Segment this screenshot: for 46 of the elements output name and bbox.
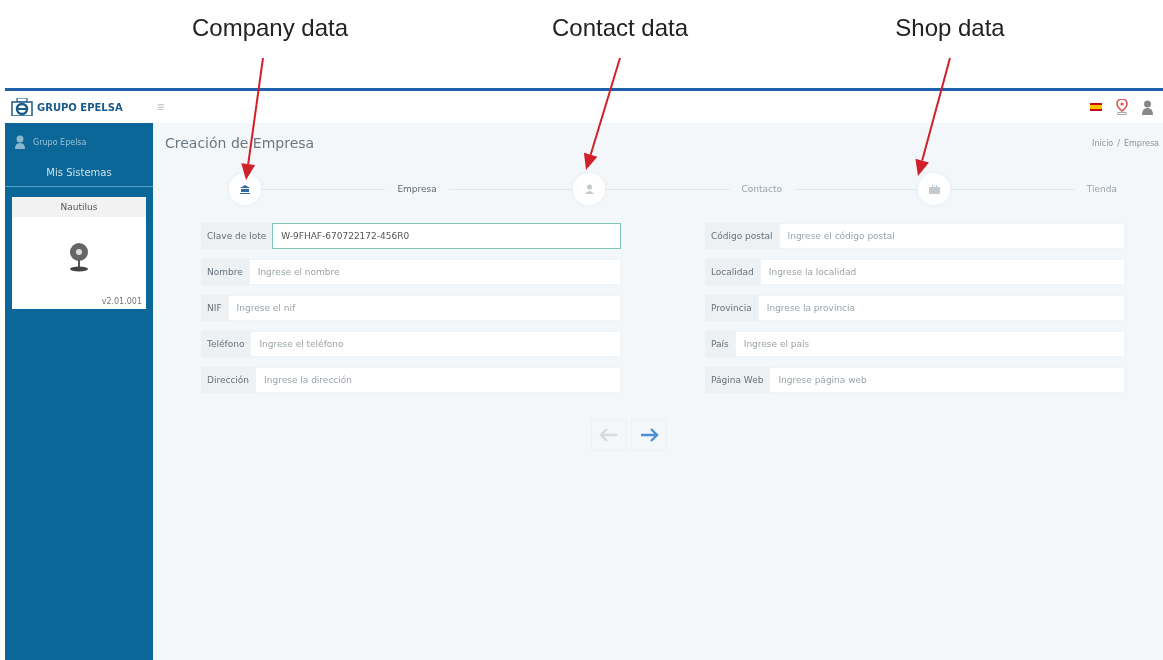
- step-button[interactable]: [229, 173, 261, 205]
- text-field[interactable]: Ingrese el teléfono: [250, 331, 621, 357]
- logo-text: GRUPO EPELSA: [37, 101, 123, 113]
- breadcrumb-separator: /: [1117, 138, 1120, 148]
- user-icon: [584, 184, 594, 194]
- annotation-label: Shop data: [895, 14, 1005, 42]
- breadcrumb-link[interactable]: Empresa: [1123, 138, 1159, 148]
- step-label: Tienda: [1085, 184, 1119, 194]
- breadcrumb-link[interactable]: Inicio: [1092, 138, 1114, 148]
- text-field[interactable]: W-9FHAF-670722172-456R0: [272, 223, 621, 249]
- map-pin-icon[interactable]: [1116, 99, 1128, 115]
- menu-button[interactable]: ≡: [153, 100, 168, 114]
- arrow-left-icon: [599, 426, 619, 444]
- annotation-label: Company data: [191, 14, 349, 42]
- field-label: Dirección: [206, 374, 251, 387]
- annotation-label: Contact data: [551, 14, 689, 42]
- next-button[interactable]: [631, 419, 667, 451]
- arrow-right-icon: [639, 426, 659, 444]
- user-name: Grupo Epelsa: [33, 137, 87, 147]
- field-label: País: [710, 338, 730, 351]
- field-label: NIF: [206, 302, 223, 315]
- bank-icon: [240, 184, 250, 194]
- text-field[interactable]: Ingrese la provincia: [757, 295, 1125, 321]
- field-label: Localidad: [710, 266, 755, 279]
- step-label: Empresa: [396, 184, 438, 194]
- field-label: Clave de lote: [206, 230, 268, 243]
- field-label: Provincia: [710, 302, 753, 315]
- field-label: Nombre: [206, 266, 244, 279]
- text-field[interactable]: Ingrese el nif: [227, 295, 621, 321]
- text-field[interactable]: Ingrese el país: [734, 331, 1125, 357]
- system-card[interactable]: Nautilus v2.01.001: [12, 197, 146, 309]
- user-icon[interactable]: [1142, 99, 1153, 115]
- text-field[interactable]: Ingrese página web: [769, 367, 1125, 393]
- field-label: Código postal: [710, 230, 774, 243]
- logo-icon: [11, 98, 33, 116]
- avatar-icon: [15, 135, 25, 149]
- field-label: Página Web: [710, 374, 765, 387]
- text-field[interactable]: Ingrese el código postal: [778, 223, 1125, 249]
- field-label: Teléfono: [206, 338, 246, 351]
- page-title: Creación de Empresa: [165, 135, 316, 151]
- step-label: Contacto: [740, 184, 784, 194]
- text-field[interactable]: Ingrese la localidad: [759, 259, 1125, 285]
- flag-icon[interactable]: [1090, 103, 1102, 111]
- text-field[interactable]: Ingrese el nombre: [248, 259, 621, 285]
- briefcase-icon: [928, 184, 940, 194]
- text-field[interactable]: Ingrese la dirección: [255, 367, 621, 393]
